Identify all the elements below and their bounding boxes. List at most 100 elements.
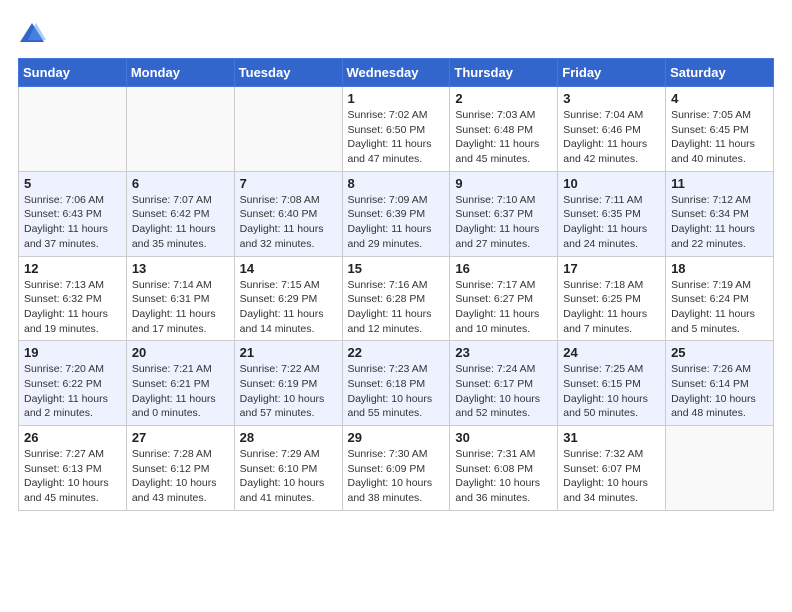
day-info: Sunrise: 7:30 AM Sunset: 6:09 PM Dayligh… xyxy=(348,447,445,506)
day-info: Sunrise: 7:20 AM Sunset: 6:22 PM Dayligh… xyxy=(24,362,121,421)
day-info: Sunrise: 7:06 AM Sunset: 6:43 PM Dayligh… xyxy=(24,193,121,252)
day-number: 20 xyxy=(132,345,229,360)
calendar-cell xyxy=(234,87,342,172)
calendar-cell: 25 Sunrise: 7:26 AM Sunset: 6:14 PM Dayli… xyxy=(666,341,774,426)
calendar-week-row: 1Sunrise: 7:02 AM Sunset: 6:50 PM Daylig… xyxy=(19,87,774,172)
day-header-saturday: Saturday xyxy=(666,59,774,87)
day-info: Sunrise: 7:14 AM Sunset: 6:31 PM Dayligh… xyxy=(132,278,229,337)
day-number: 23 xyxy=(455,345,552,360)
day-info: Sunrise: 7:18 AM Sunset: 6:25 PM Dayligh… xyxy=(563,278,660,337)
day-info: Sunrise: 7:10 AM Sunset: 6:37 PM Dayligh… xyxy=(455,193,552,252)
day-number: 2 xyxy=(455,91,552,106)
calendar-cell: 1Sunrise: 7:02 AM Sunset: 6:50 PM Daylig… xyxy=(342,87,450,172)
logo-icon xyxy=(18,20,46,48)
day-header-wednesday: Wednesday xyxy=(342,59,450,87)
calendar-cell xyxy=(666,426,774,511)
calendar-cell: 29 Sunrise: 7:30 AM Sunset: 6:09 PM Dayli… xyxy=(342,426,450,511)
calendar-cell: 15Sunrise: 7:16 AM Sunset: 6:28 PM Dayli… xyxy=(342,256,450,341)
day-number: 9 xyxy=(455,176,552,191)
day-info: Sunrise: 7:27 AM Sunset: 6:13 PM Dayligh… xyxy=(24,447,121,506)
day-header-friday: Friday xyxy=(558,59,666,87)
day-info: Sunrise: 7:17 AM Sunset: 6:27 PM Dayligh… xyxy=(455,278,552,337)
day-header-monday: Monday xyxy=(126,59,234,87)
calendar-cell: 20 Sunrise: 7:21 AM Sunset: 6:21 PM Dayli… xyxy=(126,341,234,426)
day-info: Sunrise: 7:15 AM Sunset: 6:29 PM Dayligh… xyxy=(240,278,337,337)
day-number: 17 xyxy=(563,261,660,276)
day-number: 24 xyxy=(563,345,660,360)
header xyxy=(18,18,774,48)
calendar-cell: 7 Sunrise: 7:08 AM Sunset: 6:40 PM Daylig… xyxy=(234,171,342,256)
day-number: 21 xyxy=(240,345,337,360)
calendar-cell: 23Sunrise: 7:24 AM Sunset: 6:17 PM Dayli… xyxy=(450,341,558,426)
calendar-cell: 5 Sunrise: 7:06 AM Sunset: 6:43 PM Daylig… xyxy=(19,171,127,256)
day-number: 15 xyxy=(348,261,445,276)
calendar-cell: 16Sunrise: 7:17 AM Sunset: 6:27 PM Dayli… xyxy=(450,256,558,341)
page: SundayMondayTuesdayWednesdayThursdayFrid… xyxy=(0,0,792,612)
day-number: 6 xyxy=(132,176,229,191)
day-header-tuesday: Tuesday xyxy=(234,59,342,87)
calendar-week-row: 26 Sunrise: 7:27 AM Sunset: 6:13 PM Dayli… xyxy=(19,426,774,511)
day-info: Sunrise: 7:12 AM Sunset: 6:34 PM Dayligh… xyxy=(671,193,768,252)
day-header-thursday: Thursday xyxy=(450,59,558,87)
day-info: Sunrise: 7:22 AM Sunset: 6:19 PM Dayligh… xyxy=(240,362,337,421)
day-number: 14 xyxy=(240,261,337,276)
calendar-cell: 14 Sunrise: 7:15 AM Sunset: 6:29 PM Dayli… xyxy=(234,256,342,341)
day-number: 4 xyxy=(671,91,768,106)
calendar-cell xyxy=(126,87,234,172)
day-number: 13 xyxy=(132,261,229,276)
calendar-cell xyxy=(19,87,127,172)
day-number: 1 xyxy=(348,91,445,106)
day-info: Sunrise: 7:03 AM Sunset: 6:48 PM Dayligh… xyxy=(455,108,552,167)
calendar-header-row: SundayMondayTuesdayWednesdayThursdayFrid… xyxy=(19,59,774,87)
day-info: Sunrise: 7:04 AM Sunset: 6:46 PM Dayligh… xyxy=(563,108,660,167)
day-number: 8 xyxy=(348,176,445,191)
calendar-cell: 27 Sunrise: 7:28 AM Sunset: 6:12 PM Dayli… xyxy=(126,426,234,511)
day-info: Sunrise: 7:31 AM Sunset: 6:08 PM Dayligh… xyxy=(455,447,552,506)
day-number: 18 xyxy=(671,261,768,276)
day-number: 25 xyxy=(671,345,768,360)
day-info: Sunrise: 7:23 AM Sunset: 6:18 PM Dayligh… xyxy=(348,362,445,421)
day-number: 26 xyxy=(24,430,121,445)
day-info: Sunrise: 7:25 AM Sunset: 6:15 PM Dayligh… xyxy=(563,362,660,421)
day-number: 5 xyxy=(24,176,121,191)
day-number: 7 xyxy=(240,176,337,191)
day-header-sunday: Sunday xyxy=(19,59,127,87)
day-info: Sunrise: 7:08 AM Sunset: 6:40 PM Dayligh… xyxy=(240,193,337,252)
calendar-cell: 13 Sunrise: 7:14 AM Sunset: 6:31 PM Dayli… xyxy=(126,256,234,341)
day-number: 28 xyxy=(240,430,337,445)
day-number: 30 xyxy=(455,430,552,445)
day-info: Sunrise: 7:13 AM Sunset: 6:32 PM Dayligh… xyxy=(24,278,121,337)
calendar: SundayMondayTuesdayWednesdayThursdayFrid… xyxy=(18,58,774,511)
calendar-cell: 18 Sunrise: 7:19 AM Sunset: 6:24 PM Dayli… xyxy=(666,256,774,341)
day-info: Sunrise: 7:21 AM Sunset: 6:21 PM Dayligh… xyxy=(132,362,229,421)
calendar-cell: 30 Sunrise: 7:31 AM Sunset: 6:08 PM Dayli… xyxy=(450,426,558,511)
logo xyxy=(18,18,50,48)
calendar-week-row: 5 Sunrise: 7:06 AM Sunset: 6:43 PM Daylig… xyxy=(19,171,774,256)
calendar-cell: 22Sunrise: 7:23 AM Sunset: 6:18 PM Dayli… xyxy=(342,341,450,426)
day-info: Sunrise: 7:26 AM Sunset: 6:14 PM Dayligh… xyxy=(671,362,768,421)
day-info: Sunrise: 7:11 AM Sunset: 6:35 PM Dayligh… xyxy=(563,193,660,252)
calendar-cell: 8 Sunrise: 7:09 AM Sunset: 6:39 PM Daylig… xyxy=(342,171,450,256)
day-info: Sunrise: 7:07 AM Sunset: 6:42 PM Dayligh… xyxy=(132,193,229,252)
calendar-cell: 31Sunrise: 7:32 AM Sunset: 6:07 PM Dayli… xyxy=(558,426,666,511)
day-info: Sunrise: 7:19 AM Sunset: 6:24 PM Dayligh… xyxy=(671,278,768,337)
day-number: 11 xyxy=(671,176,768,191)
day-info: Sunrise: 7:09 AM Sunset: 6:39 PM Dayligh… xyxy=(348,193,445,252)
calendar-cell: 9 Sunrise: 7:10 AM Sunset: 6:37 PM Daylig… xyxy=(450,171,558,256)
calendar-cell: 24 Sunrise: 7:25 AM Sunset: 6:15 PM Dayli… xyxy=(558,341,666,426)
day-info: Sunrise: 7:05 AM Sunset: 6:45 PM Dayligh… xyxy=(671,108,768,167)
calendar-week-row: 19 Sunrise: 7:20 AM Sunset: 6:22 PM Dayli… xyxy=(19,341,774,426)
calendar-cell: 10 Sunrise: 7:11 AM Sunset: 6:35 PM Dayli… xyxy=(558,171,666,256)
calendar-cell: 12Sunrise: 7:13 AM Sunset: 6:32 PM Dayli… xyxy=(19,256,127,341)
calendar-cell: 4 Sunrise: 7:05 AM Sunset: 6:45 PM Daylig… xyxy=(666,87,774,172)
calendar-cell: 3Sunrise: 7:04 AM Sunset: 6:46 PM Daylig… xyxy=(558,87,666,172)
day-info: Sunrise: 7:29 AM Sunset: 6:10 PM Dayligh… xyxy=(240,447,337,506)
day-number: 29 xyxy=(348,430,445,445)
day-number: 27 xyxy=(132,430,229,445)
calendar-cell: 28 Sunrise: 7:29 AM Sunset: 6:10 PM Dayli… xyxy=(234,426,342,511)
calendar-cell: 6 Sunrise: 7:07 AM Sunset: 6:42 PM Daylig… xyxy=(126,171,234,256)
calendar-cell: 2 Sunrise: 7:03 AM Sunset: 6:48 PM Daylig… xyxy=(450,87,558,172)
day-number: 10 xyxy=(563,176,660,191)
day-info: Sunrise: 7:28 AM Sunset: 6:12 PM Dayligh… xyxy=(132,447,229,506)
day-number: 19 xyxy=(24,345,121,360)
